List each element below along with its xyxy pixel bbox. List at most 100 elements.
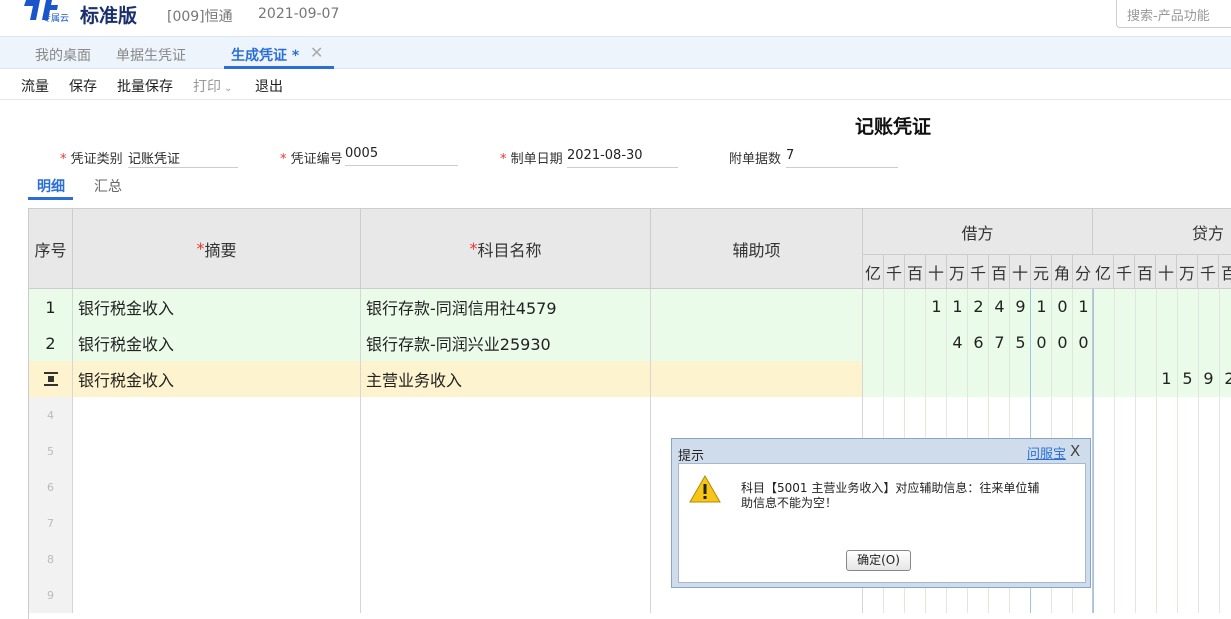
tab-my-desktop[interactable]: 我的桌面 [35,45,91,65]
account-cell[interactable] [361,541,651,577]
account-cell[interactable] [361,577,651,613]
help-link[interactable]: 问服宝 [1027,443,1066,462]
category-field[interactable]: 记账凭证 [128,148,238,168]
row-seq [29,361,73,397]
digit-header-credit: 千 [1114,255,1135,289]
account-cell[interactable]: 主营业务收入 [361,361,651,397]
row-insert-icon[interactable] [43,371,59,387]
summary-cell[interactable] [73,541,361,577]
subtab-indicator [28,197,73,200]
digit-header-debit: 元 [1031,255,1052,289]
debit-digit: 0 [1057,297,1068,316]
debit-digit: 7 [994,333,1005,352]
exit-button[interactable]: 退出 [255,76,283,96]
debit-digit: 0 [1036,333,1047,352]
search-input[interactable]: 搜索-产品功能 [1116,0,1231,28]
debit-digit: 2 [973,297,984,316]
attach-label: 附单据数 [729,152,782,167]
top-header: 专属云 标准版 [009]恒通 2021-09-07 搜索-产品功能 [0,0,1231,36]
digit-header-credit: 百 [1219,255,1231,289]
summary-cell[interactable]: 银行税金收入 [73,325,361,361]
header-credit: 贷方 [1093,209,1231,255]
close-icon[interactable]: ✕ [310,43,323,62]
header-summary: * 摘要 [73,209,361,289]
table-row[interactable]: 4 [29,397,1231,433]
category-label: * 凭证类别 [60,152,123,167]
warning-icon [689,475,721,503]
voucher-title: 记账凭证 [855,116,932,138]
company-name[interactable]: [009]恒通 [167,6,233,26]
save-button[interactable]: 保存 [69,76,97,96]
tab-doc-to-voucher[interactable]: 单据生凭证 [116,45,186,65]
tab-bar: 我的桌面 单据生凭证 生成凭证 * ✕ [0,36,1231,69]
digit-header-credit: 亿 [1093,255,1114,289]
summary-cell[interactable] [73,433,361,469]
digit-header-credit: 百 [1135,255,1156,289]
amount-cell[interactable]: 11249101 [863,289,1231,325]
table-row[interactable]: 2 银行税金收入 银行存款-同润兴业25930 4 6 7 5 0 0 0 [29,325,1231,361]
close-icon[interactable]: X [1070,442,1080,460]
tab-generate-voucher[interactable]: 生成凭证 * [231,45,299,65]
date-field[interactable]: 2021-08-30 [567,148,678,168]
digit-header-credit: 十 [1156,255,1177,289]
tab-summary[interactable]: 汇总 [94,176,122,196]
amount-cell[interactable]: 4675000 [863,325,1231,361]
table-row[interactable]: 1 银行税金收入 银行存款-同润信用社4579 1 1 2 4 9 1 0 1 [29,289,1231,325]
flow-button[interactable]: 流量 [21,76,49,96]
debit-digit: 4 [994,297,1005,316]
aux-cell[interactable] [651,289,863,325]
account-cell[interactable] [361,469,651,505]
attach-field[interactable]: 7 [786,148,898,168]
dialog-body: 科目【5001 主营业务收入】对应辅助信息：往来单位辅助信息不能为空！ 确定(O… [678,463,1086,583]
batch-save-button[interactable]: 批量保存 [117,76,173,96]
aux-cell[interactable] [651,361,863,397]
account-cell[interactable] [361,505,651,541]
digit-header-debit: 亿 [863,255,884,289]
debit-digit: 5 [1015,333,1026,352]
row-seq: 6 [29,469,73,505]
summary-cell[interactable] [73,397,361,433]
account-cell[interactable]: 银行存款-同润信用社4579 [361,289,651,325]
digit-header-debit: 分 [1073,255,1094,289]
account-cell[interactable] [361,433,651,469]
tab-detail[interactable]: 明细 [37,176,65,196]
debit-digit: 1 [1078,297,1089,316]
toolbar: 流量 保存 批量保存 打印 ⌄ 退出 [0,69,1231,100]
digit-header-credit: 万 [1177,255,1198,289]
debit-digit: 9 [1015,297,1026,316]
ok-button[interactable]: 确定(O) [846,550,911,571]
debit-digit: 1 [952,297,963,316]
aux-cell[interactable] [651,397,863,433]
debit-digit: 6 [973,333,984,352]
chevron-down-icon: ⌄ [221,83,233,94]
summary-cell[interactable]: 银行税金收入 [73,361,361,397]
digit-header-debit: 十 [926,255,947,289]
number-field[interactable]: 0005 [345,146,458,166]
digit-header-debit: 千 [968,255,989,289]
digit-header-debit: 十 [1010,255,1031,289]
debit-digit: 1 [1036,297,1047,316]
header-aux: 辅助项 [651,209,863,289]
digit-header-debit: 万 [947,255,968,289]
summary-cell[interactable]: 银行税金收入 [73,289,361,325]
account-cell[interactable] [361,397,651,433]
digit-header-credit: 千 [1198,255,1219,289]
row-seq: 8 [29,541,73,577]
credit-digit: 5 [1182,369,1193,388]
summary-cell[interactable] [73,577,361,613]
row-seq: 2 [29,325,73,361]
row-seq: 7 [29,505,73,541]
summary-cell[interactable] [73,469,361,505]
account-cell[interactable]: 银行存款-同润兴业25930 [361,325,651,361]
aux-cell[interactable] [651,325,863,361]
summary-cell[interactable] [73,505,361,541]
debit-digit: 1 [931,297,942,316]
debit-digit: 0 [1057,333,1068,352]
table-row[interactable]: 银行税金收入主营业务收入 1592 [29,361,1231,397]
header-seq: 序号 [29,209,73,289]
row-seq: 5 [29,433,73,469]
amount-cell[interactable] [863,397,1231,433]
amount-cell[interactable]: 1592 [863,361,1231,397]
dialog-title: 提示 [678,449,705,464]
print-button[interactable]: 打印 ⌄ [193,76,233,96]
